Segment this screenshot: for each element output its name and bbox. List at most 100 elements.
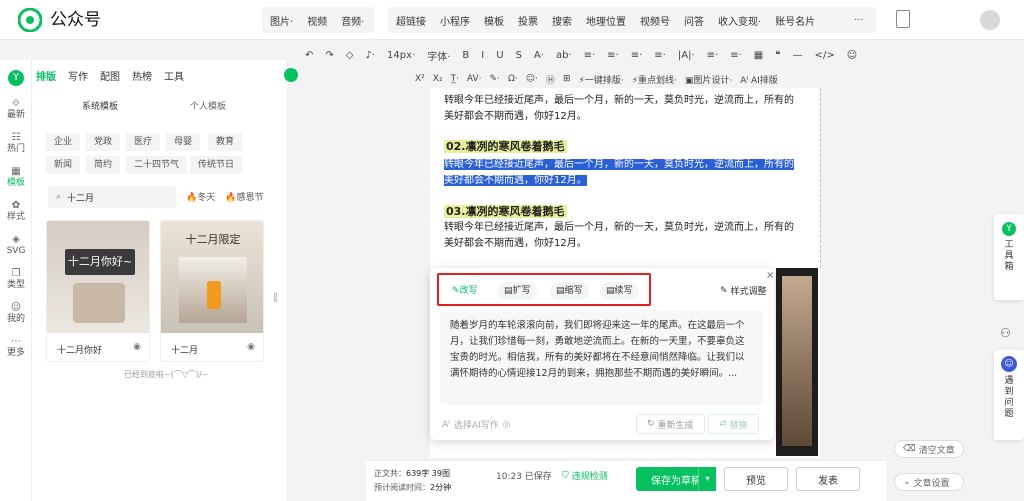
toolbar-button[interactable]: ≡· — [607, 50, 619, 61]
toolbar-button[interactable]: ↷ — [325, 50, 333, 61]
category-chip[interactable]: 传统节日 — [190, 156, 243, 174]
ai-writing-select[interactable]: Aᴵ 选择AI写作 ◎ — [442, 418, 511, 432]
heading[interactable]: 02.凛冽的寒风卷着鹅毛 — [444, 138, 567, 154]
toolbar-button[interactable]: ❝ — [775, 50, 780, 61]
toolbar-button[interactable]: ⚡一键排版· — [579, 73, 624, 86]
template-card[interactable]: 十二月你好~ 十二月你好 ◉ — [46, 220, 150, 362]
toolbar-button[interactable]: |A|· — [678, 50, 695, 61]
toolbar-button[interactable]: </> — [815, 50, 835, 61]
toolbox-button[interactable]: Y 工具箱 — [994, 214, 1024, 300]
ai-result-text[interactable]: 随着岁月的车轮滚滚向前，我们即将迎来这一年的尾声。在这最后一个月，让我们珍惜每一… — [440, 310, 763, 405]
category-chip[interactable]: 简约 — [86, 156, 121, 174]
toolbar-button[interactable]: Ⓗ — [546, 73, 555, 86]
toolbar-button[interactable]: ◇ — [346, 50, 354, 61]
help-button[interactable]: ☺ 遇到问题 — [994, 350, 1024, 440]
category-chip[interactable]: 党政 — [86, 133, 121, 151]
more-menu-button[interactable]: ··· — [844, 7, 874, 33]
tab-expand[interactable]: ▤扩写 — [498, 282, 537, 300]
close-icon[interactable]: × — [766, 270, 774, 281]
paragraph[interactable]: 转眼今年已经接近尾声，最后一个月，新的一天，莫负时光，逆流而上，所有的美好都会不… — [444, 220, 802, 252]
nav-item[interactable]: 视频 — [307, 13, 327, 28]
template-card[interactable]: 十二月限定 十二月 ◉ — [160, 220, 264, 362]
rail-item-5[interactable]: ❐ 类型 — [0, 268, 32, 291]
category-chip[interactable]: 医疗 — [126, 133, 161, 151]
category-chip[interactable]: 教育 — [208, 133, 243, 151]
rail-item-0[interactable]: ⟐ 最新 — [0, 98, 32, 121]
toolbar-button[interactable]: ab· — [556, 50, 572, 61]
toolbar-button[interactable]: — — [793, 50, 803, 61]
toolbar-button[interactable]: X² — [415, 74, 425, 84]
nav-item[interactable]: 图片· — [270, 13, 293, 28]
rail-item-3[interactable]: ✿ 样式 — [0, 200, 32, 223]
eye-icon[interactable]: ◉ — [247, 342, 255, 352]
hot-tag[interactable]: 🔥冬天 — [186, 190, 215, 203]
nav-item[interactable]: 问答 — [684, 13, 704, 28]
toolbar-button[interactable]: Ω· — [508, 74, 518, 84]
toolbar-button[interactable]: X₂ — [433, 74, 443, 84]
panel-tab[interactable]: 热榜 — [132, 68, 152, 83]
panel-tab[interactable]: 工具 — [164, 68, 184, 83]
toolbar-button[interactable]: ⊞ — [563, 74, 571, 84]
toolbar-button[interactable]: ≡· — [707, 50, 719, 61]
toolbar-button[interactable]: B — [462, 50, 469, 61]
rail-item-6[interactable]: ☺ 我的 — [0, 302, 32, 325]
toolbar-button[interactable]: ♪· — [365, 50, 375, 61]
toolbar-button[interactable]: 字体· — [427, 48, 450, 63]
save-dropdown-icon[interactable]: ▾ — [698, 467, 716, 491]
nav-item[interactable]: 小程序 — [440, 13, 470, 28]
rail-item-7[interactable]: ⋯ 更多 — [0, 336, 32, 359]
preview-button[interactable]: 预览 — [724, 467, 788, 491]
tab-system-templates[interactable]: 系统模板 — [82, 99, 118, 112]
nav-item[interactable]: 账号名片 — [775, 13, 815, 28]
toolbar-button[interactable]: AV· — [467, 74, 482, 84]
tab-shorten[interactable]: ▤缩写 — [550, 282, 589, 300]
toolbar-button[interactable]: Aᴵ AI排版 — [740, 73, 778, 86]
nav-item[interactable]: 超链接 — [396, 13, 426, 28]
rail-item-2[interactable]: ▦ 模板 — [0, 166, 32, 189]
nav-item[interactable]: 投票 — [518, 13, 538, 28]
collapse-handle-icon[interactable]: ‖ — [273, 292, 279, 306]
tab-personal-templates[interactable]: 个人模板 — [190, 99, 226, 112]
toolbar-button[interactable]: T̲· — [451, 74, 459, 84]
replace-button[interactable]: ⇄ 替换 — [708, 414, 759, 434]
toolbar-button[interactable]: U — [496, 50, 503, 61]
nav-item[interactable]: 视频号 — [640, 13, 670, 28]
category-chip[interactable]: 二十四节气 — [126, 156, 188, 174]
toolbar-button[interactable]: ☺ — [847, 50, 857, 61]
panel-tab[interactable]: 排版 — [36, 68, 56, 83]
mobile-preview-icon[interactable] — [896, 10, 910, 28]
eye-icon[interactable]: ◉ — [133, 342, 141, 352]
toolbar-button[interactable]: ↶ — [305, 50, 313, 61]
toolbar-button[interactable]: ▦ — [754, 50, 763, 61]
violation-check-button[interactable]: ⛉ 违规检测 — [562, 469, 608, 483]
toolbar-button[interactable]: ▣图片设计· — [685, 73, 732, 86]
panel-tab[interactable]: 写作 — [68, 68, 88, 83]
toolbar-button[interactable]: I — [481, 50, 484, 61]
article-settings-button[interactable]: ⌄ 文章设置 — [894, 473, 964, 491]
nav-item[interactable]: 搜索 — [552, 13, 572, 28]
tab-continue[interactable]: ▤续写 — [600, 282, 639, 300]
tab-rewrite[interactable]: ✎改写 — [446, 282, 484, 300]
toolbar-button[interactable]: S — [516, 50, 522, 61]
toolbar-button[interactable]: ≡· — [631, 50, 643, 61]
nav-item[interactable]: 模板 — [484, 13, 504, 28]
green-toggle-icon[interactable] — [284, 68, 298, 82]
rail-item-4[interactable]: ◈ SVG — [0, 234, 32, 257]
category-chip[interactable]: 新闻 — [46, 156, 81, 174]
category-chip[interactable]: 企业 — [46, 133, 81, 151]
rail-item-1[interactable]: ☷ 热门 — [0, 132, 32, 155]
avatar[interactable] — [980, 10, 1000, 30]
regenerate-button[interactable]: ↻ 重新生成 — [636, 414, 705, 434]
toolbar-button[interactable]: ⚡重点划线· — [632, 73, 677, 86]
publish-button[interactable]: 发表 — [796, 467, 860, 491]
toolbar-button[interactable]: 14px· — [387, 50, 415, 61]
nav-item[interactable]: 收入变现· — [718, 13, 761, 28]
nav-item[interactable]: 地理位置 — [586, 13, 626, 28]
style-adjust-button[interactable]: ✎ 样式调整 — [720, 284, 767, 298]
toolbar-button[interactable]: ☺· — [526, 74, 538, 84]
toolbar-button[interactable]: ≡· — [730, 50, 742, 61]
toolbar-button[interactable]: ✎· — [490, 74, 500, 84]
panel-tab[interactable]: 配图 — [100, 68, 120, 83]
toolbar-button[interactable]: ≡· — [584, 50, 596, 61]
selected-paragraph[interactable]: 转眼今年已经接近尾声，最后一个月，新的一天，莫负时光，逆流而上，所有的美好都会不… — [444, 157, 802, 189]
